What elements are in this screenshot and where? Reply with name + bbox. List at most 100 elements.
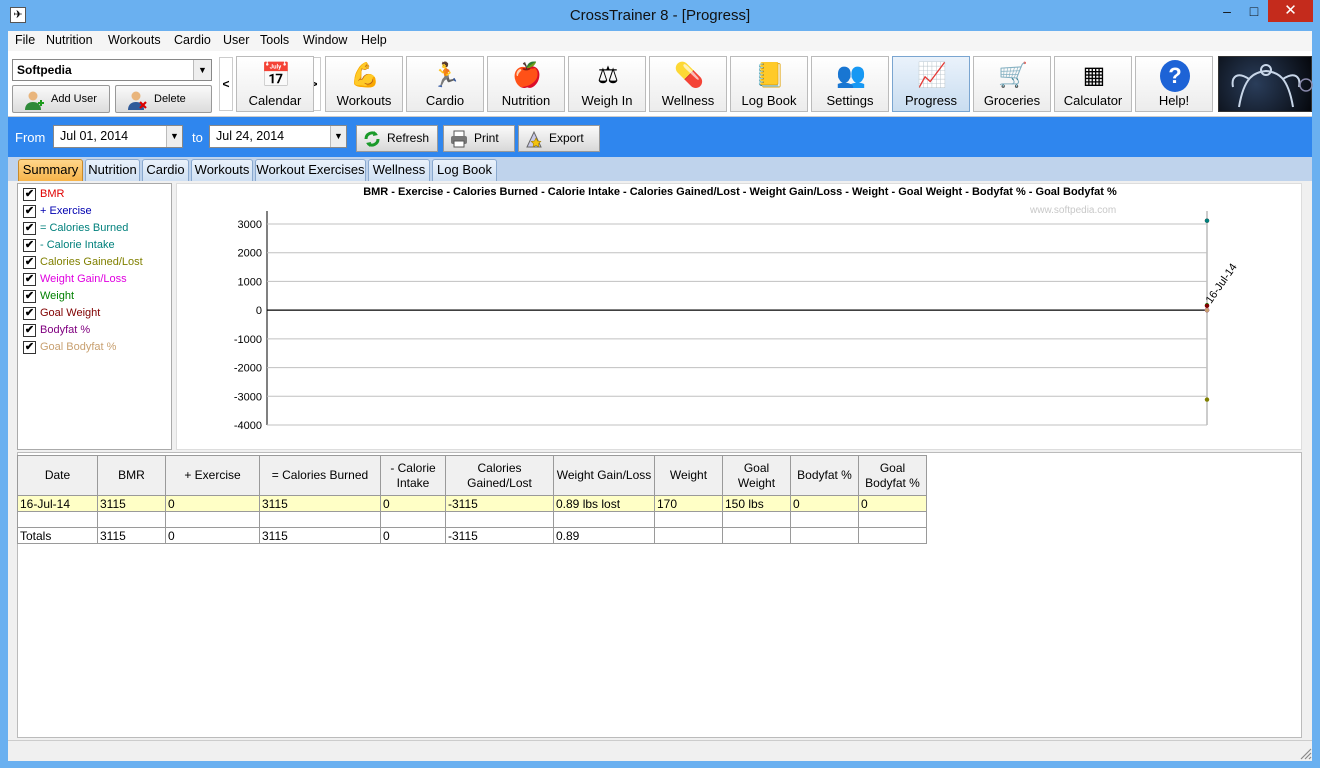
legend-checkbox[interactable]: ✔ — [23, 222, 36, 235]
table-cell[interactable]: 16-Jul-14 — [17, 495, 98, 512]
table-cell[interactable] — [445, 511, 554, 528]
menu-tools[interactable]: Tools — [260, 33, 289, 47]
table-cell[interactable]: 3115 — [97, 527, 166, 544]
from-date-picker[interactable]: Jul 01, 2014 ▼ — [53, 125, 183, 148]
table-cell[interactable] — [858, 527, 927, 544]
table-cell[interactable] — [17, 511, 98, 528]
minimize-button[interactable]: – — [1214, 0, 1240, 22]
table-cell[interactable] — [259, 511, 381, 528]
column-header[interactable]: + Exercise — [165, 455, 260, 496]
table-cell[interactable]: 0 — [380, 495, 446, 512]
column-header[interactable]: Weight — [654, 455, 723, 496]
legend-checkbox[interactable]: ✔ — [23, 188, 36, 201]
table-cell[interactable] — [380, 511, 446, 528]
column-header[interactable]: Goal Weight — [722, 455, 791, 496]
close-button[interactable]: ✕ — [1268, 0, 1313, 22]
legend-checkbox[interactable]: ✔ — [23, 205, 36, 218]
table-cell[interactable] — [858, 511, 927, 528]
legend-checkbox[interactable]: ✔ — [23, 290, 36, 303]
column-header[interactable]: Calories Gained/Lost — [445, 455, 554, 496]
toolbar-log-book-button[interactable]: 📒 Log Book — [730, 56, 808, 112]
add-user-button[interactable]: Add User — [12, 85, 110, 113]
table-cell[interactable] — [165, 511, 260, 528]
column-header[interactable]: Goal Bodyfat % — [858, 455, 927, 496]
print-button[interactable]: Print — [443, 125, 515, 152]
user-select[interactable]: Softpedia ▼ — [12, 59, 212, 81]
toolbar-calculator-button[interactable]: ▦ Calculator — [1054, 56, 1132, 112]
column-header[interactable]: Weight Gain/Loss — [553, 455, 655, 496]
menu-cardio[interactable]: Cardio — [174, 33, 211, 47]
menu-help[interactable]: Help — [361, 33, 387, 47]
table-row[interactable] — [17, 511, 927, 528]
table-cell[interactable]: Totals — [17, 527, 98, 544]
table-cell[interactable] — [722, 511, 791, 528]
menu-nutrition[interactable]: Nutrition — [46, 33, 93, 47]
menu-user[interactable]: User — [223, 33, 249, 47]
maximize-button[interactable]: □ — [1240, 0, 1268, 22]
toolbar-settings-button[interactable]: 👥 Settings — [811, 56, 889, 112]
menu-file[interactable]: File — [15, 33, 35, 47]
legend-checkbox[interactable]: ✔ — [23, 273, 36, 286]
table-cell[interactable] — [790, 511, 859, 528]
table-cell[interactable]: 0 — [790, 495, 859, 512]
toolbar-calendar-button[interactable]: 📅 Calendar — [236, 56, 314, 112]
table-cell[interactable]: 0 — [165, 495, 260, 512]
menu-window[interactable]: Window — [303, 33, 347, 47]
column-header[interactable]: = Calories Burned — [259, 455, 381, 496]
table-cell[interactable]: 0.89 lbs lost — [553, 495, 655, 512]
table-cell[interactable] — [654, 527, 723, 544]
toolbar-prev-button[interactable]: < — [219, 57, 233, 111]
legend-checkbox[interactable]: ✔ — [23, 239, 36, 252]
legend-checkbox[interactable]: ✔ — [23, 256, 36, 269]
table-cell[interactable]: 0 — [858, 495, 927, 512]
table-row[interactable]: Totals 3115 0 3115 0 -3115 0.89 — [17, 527, 927, 544]
table-cell[interactable]: 0 — [165, 527, 260, 544]
table-cell[interactable]: 0 — [380, 527, 446, 544]
tab-wellness[interactable]: Wellness — [368, 159, 430, 181]
refresh-button[interactable]: Refresh — [356, 125, 438, 152]
export-button[interactable]: Export — [518, 125, 600, 152]
legend-checkbox[interactable]: ✔ — [23, 307, 36, 320]
table-cell[interactable]: 3115 — [259, 527, 381, 544]
table-cell[interactable] — [97, 511, 166, 528]
table-cell[interactable]: -3115 — [445, 495, 554, 512]
table-cell[interactable]: 3115 — [259, 495, 381, 512]
tab-workouts[interactable]: Workouts — [191, 159, 253, 181]
column-header[interactable]: - Calorie Intake — [380, 455, 446, 496]
table-cell[interactable] — [654, 511, 723, 528]
column-header[interactable]: Bodyfat % — [790, 455, 859, 496]
table-cell[interactable]: 150 lbs — [722, 495, 791, 512]
to-date-picker[interactable]: Jul 24, 2014 ▼ — [209, 125, 347, 148]
table-cell[interactable] — [790, 527, 859, 544]
tab-summary[interactable]: Summary — [18, 159, 83, 181]
legend-checkbox[interactable]: ✔ — [23, 341, 36, 354]
toolbar-groceries-button[interactable]: 🛒 Groceries — [973, 56, 1051, 112]
table-cell[interactable]: 0.89 — [553, 527, 655, 544]
chevron-down-icon[interactable]: ▼ — [330, 126, 346, 147]
table-cell[interactable] — [722, 527, 791, 544]
tab-cardio[interactable]: Cardio — [142, 159, 189, 181]
chevron-down-icon[interactable]: ▼ — [193, 60, 211, 80]
table-row[interactable]: 16-Jul-14 3115 0 3115 0 -3115 0.89 lbs lost 170… — [17, 495, 927, 512]
column-header[interactable]: BMR — [97, 455, 166, 496]
delete-user-button[interactable]: Delete User — [115, 85, 212, 131]
menu-workouts[interactable]: Workouts — [108, 33, 161, 47]
toolbar-wellness-button[interactable]: 💊 Wellness — [649, 56, 727, 112]
table-cell[interactable] — [553, 511, 655, 528]
tab-nutrition[interactable]: Nutrition — [85, 159, 140, 181]
table-cell[interactable]: -3115 — [445, 527, 554, 544]
toolbar-help-button[interactable]: ? Help! — [1135, 56, 1213, 112]
toolbar-workouts-button[interactable]: 💪 Workouts — [325, 56, 403, 112]
tab-workout-exercises[interactable]: Workout Exercises — [255, 159, 366, 181]
toolbar-weigh-in-button[interactable]: ⚖ Weigh In — [568, 56, 646, 112]
column-header[interactable]: Date — [17, 455, 98, 496]
toolbar-progress-button[interactable]: 📈 Progress — [892, 56, 970, 112]
legend-checkbox[interactable]: ✔ — [23, 324, 36, 337]
tab-log-book[interactable]: Log Book — [432, 159, 497, 181]
toolbar-nutrition-button[interactable]: 🍎 Nutrition — [487, 56, 565, 112]
resize-grip-icon[interactable] — [1298, 746, 1312, 760]
table-cell[interactable]: 170 — [654, 495, 723, 512]
toolbar-cardio-button[interactable]: 🏃 Cardio — [406, 56, 484, 112]
chevron-down-icon[interactable]: ▼ — [166, 126, 182, 147]
table-cell[interactable]: 3115 — [97, 495, 166, 512]
